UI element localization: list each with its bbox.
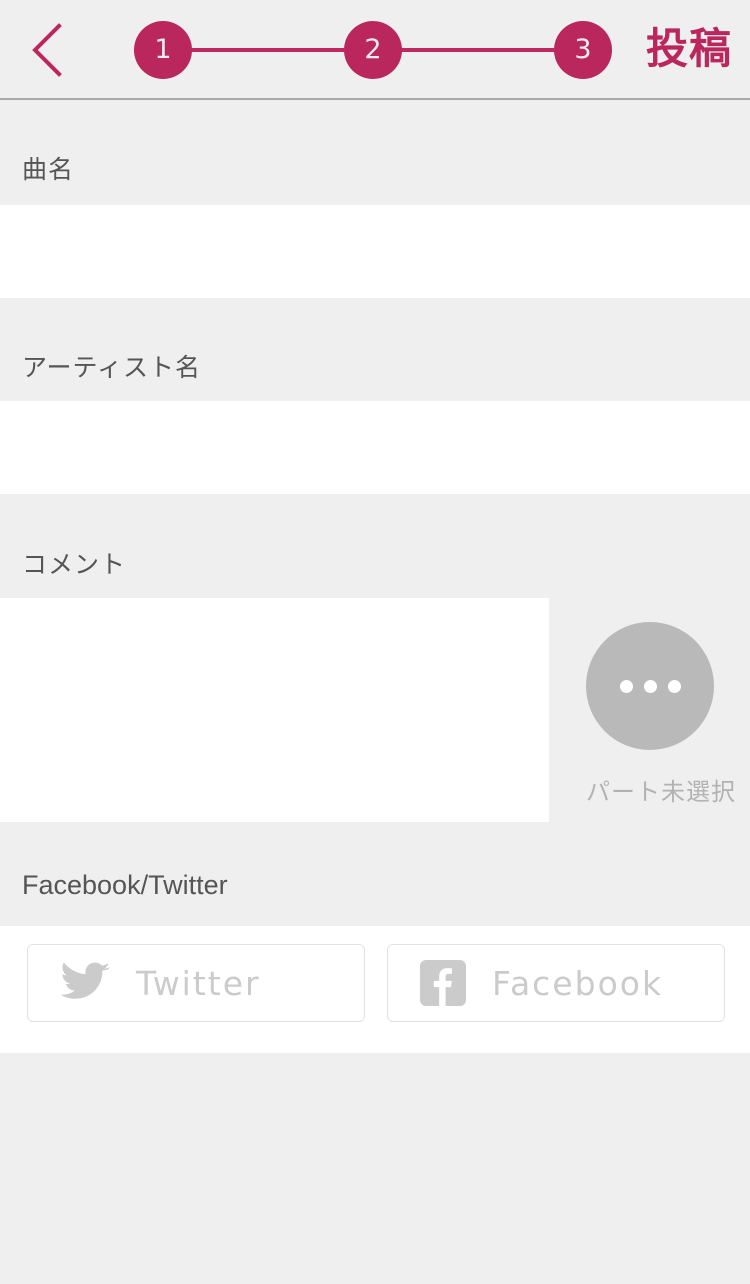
- step-connector-2-3: [399, 48, 554, 52]
- step-2[interactable]: 2: [344, 21, 402, 79]
- facebook-f-icon: [420, 960, 466, 1006]
- comment-textarea[interactable]: [0, 598, 549, 822]
- ellipsis-icon: [619, 679, 681, 693]
- twitter-button-label: Twitter: [136, 963, 261, 1003]
- step-3[interactable]: 3: [554, 21, 612, 79]
- back-button[interactable]: [14, 10, 80, 90]
- song-title-label: 曲名: [22, 156, 75, 184]
- part-selector-label: パート未選択: [586, 779, 736, 806]
- song-title-label-band: [0, 102, 750, 205]
- app-header: 1 2 3 投稿: [0, 0, 750, 100]
- part-selector-button[interactable]: [586, 622, 714, 750]
- song-title-input[interactable]: [0, 205, 750, 298]
- post-screen: 1 2 3 投稿 曲名 アーティスト名 コメント パート未選択 Facebook…: [0, 0, 750, 1284]
- twitter-bird-icon: [60, 962, 110, 1004]
- artist-name-input[interactable]: [0, 401, 750, 494]
- comment-label: コメント: [22, 551, 127, 579]
- step-connector-1-2: [189, 48, 344, 52]
- artist-name-label: アーティスト名: [22, 354, 202, 382]
- facebook-button-label: Facebook: [492, 963, 664, 1003]
- part-selector[interactable]: パート未選択: [586, 622, 736, 807]
- page-title: 投稿: [645, 25, 732, 72]
- chevron-left-icon: [27, 21, 67, 79]
- step-indicator: 1 2 3: [134, 21, 614, 79]
- social-buttons-row: Twitter Facebook: [0, 944, 750, 1022]
- twitter-share-button[interactable]: Twitter: [27, 944, 365, 1022]
- step-1[interactable]: 1: [134, 21, 192, 79]
- social-label: Facebook/Twitter: [22, 870, 228, 900]
- bottom-spacer: [0, 1053, 750, 1284]
- facebook-share-button[interactable]: Facebook: [387, 944, 725, 1022]
